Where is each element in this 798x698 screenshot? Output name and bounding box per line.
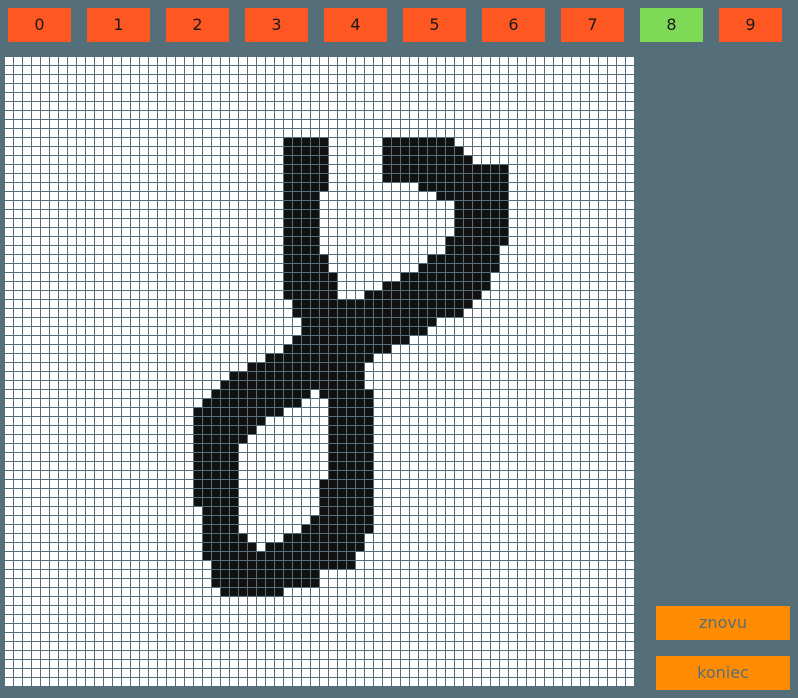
filled-cell-run [283,155,328,164]
digit-button-4[interactable]: 4 [324,8,387,42]
filled-cell-run [283,182,328,191]
filled-cell-run [328,398,373,407]
filled-cell-run [418,263,499,272]
digit-button-5[interactable]: 5 [403,8,466,42]
filled-cell-run [283,173,328,182]
digit-button-7[interactable]: 7 [561,8,624,42]
digit-button-6[interactable]: 6 [482,8,545,42]
filled-cell-run [283,164,328,173]
filled-cell-run [193,443,238,452]
filled-cell-run [211,389,310,398]
filled-cell-run [193,488,238,497]
filled-cell-run [328,407,373,416]
filled-cell-run [202,551,355,560]
filled-cell-run [193,461,238,470]
filled-cell-run [301,317,436,326]
filled-cell-run [328,470,373,479]
filled-cell-run [193,452,238,461]
filled-cell-run [328,416,373,425]
filled-cell-run [328,425,373,434]
filled-cell-run [202,533,247,542]
filled-cell-run [283,254,328,263]
filled-cell-run [283,533,364,542]
retry-button[interactable]: znovu [656,606,790,640]
filled-cell-run [193,479,238,488]
digit-button-1[interactable]: 1 [87,8,150,42]
filled-cell-run [328,434,373,443]
filled-cell-run [283,137,328,146]
filled-cell-run [328,452,373,461]
digit-button-2[interactable]: 2 [166,8,229,42]
quit-button[interactable]: koniec [656,656,790,690]
digit-selector: 0 1 2 3 4 5 6 7 8 9 [0,0,798,50]
filled-cell-run [382,146,463,155]
filled-cell-run [193,497,238,506]
drawing-grid[interactable] [4,56,634,686]
filled-cell-run [193,470,238,479]
filled-cell-run [229,371,364,380]
filled-cell-run [265,542,364,551]
pixel-grid-svg[interactable] [4,56,634,686]
digit-button-3[interactable]: 3 [245,8,308,42]
filled-cell-run [202,398,301,407]
filled-cell-run [328,443,373,452]
digit-button-8[interactable]: 8 [640,8,703,42]
filled-cell-run [328,461,373,470]
digit-button-0[interactable]: 0 [8,8,71,42]
filled-cell-run [292,308,463,317]
digit-button-9[interactable]: 9 [719,8,782,42]
filled-cell-run [283,146,328,155]
filled-cell-run [283,263,328,272]
